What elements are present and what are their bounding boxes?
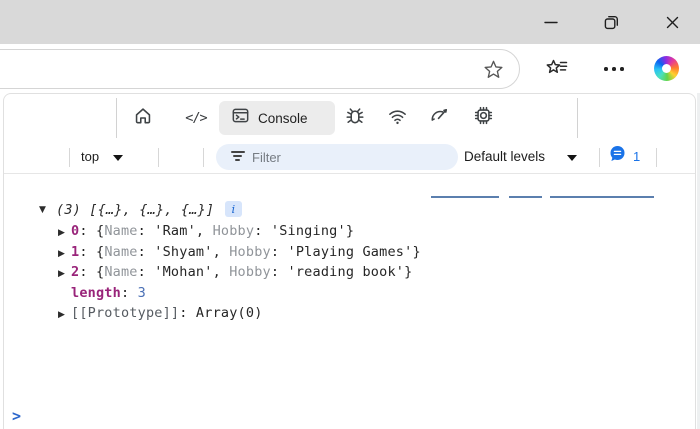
issue-chat-icon <box>609 145 626 168</box>
console-array-item[interactable]: ▶ 0: {Name: 'Ram', Hobby: 'Singing'} <box>4 221 695 242</box>
chevron-down-icon <box>567 154 577 161</box>
minimize-icon <box>544 15 558 29</box>
row-text: 2: {Name: 'Mohan', Hobby: 'reading book'… <box>71 264 413 280</box>
divider <box>577 98 578 138</box>
array-preview-text: (3) [{…}, {…}, {…}] <box>56 202 215 218</box>
address-bar[interactable] <box>0 49 520 89</box>
chevron-down-icon <box>113 155 123 161</box>
performance-tab[interactable] <box>428 107 450 129</box>
divider <box>116 98 117 138</box>
row-text: [[Prototype]]: Array(0) <box>71 305 263 321</box>
context-selector-label: top <box>81 149 100 164</box>
gauge-icon <box>429 106 450 131</box>
row-text: length: 3 <box>71 284 146 301</box>
memory-tab[interactable] <box>472 105 494 131</box>
close-button[interactable] <box>655 8 689 36</box>
filter-field[interactable] <box>216 144 458 170</box>
console-toolbar: top Default levels <box>4 141 695 174</box>
console-prototype-row[interactable]: ▶ [[Prototype]]: Array(0) <box>4 303 695 324</box>
console-array-item[interactable]: ▶ 1: {Name: 'Shyam', Hobby: 'Playing Game… <box>4 242 695 263</box>
tab-console[interactable]: Console <box>219 101 335 135</box>
expand-arrow-icon[interactable]: ▶ <box>58 249 65 259</box>
console-tab-label: Console <box>258 110 308 126</box>
devtools-panel: </> Console top Filter Default levels 1 … <box>3 93 696 429</box>
debug-tab[interactable] <box>344 107 366 129</box>
favorites-list-icon <box>545 56 569 83</box>
divider <box>656 148 657 167</box>
issues-counter[interactable]: 1 <box>609 145 640 168</box>
expand-arrow-icon[interactable]: ▶ <box>58 310 65 320</box>
browser-window: </> Console top Filter Default levels 1 … <box>0 0 700 429</box>
filter-input[interactable] <box>252 145 447 169</box>
info-badge[interactable]: i <box>225 201 242 217</box>
source-link-underline[interactable] <box>509 196 542 198</box>
copilot-icon[interactable] <box>654 56 679 81</box>
row-text: 1: {Name: 'Shyam', Hobby: 'Playing Games… <box>71 243 421 260</box>
row-text: 0: {Name: 'Ram', Hobby: 'Singing'} <box>71 223 355 239</box>
restore-icon <box>604 15 619 30</box>
console-terminal-icon <box>231 106 250 130</box>
close-icon <box>666 16 679 29</box>
console-array-summary[interactable]: ▼ (3) [{…}, {…}, {…}] i <box>4 201 695 221</box>
prompt-chevron-icon: > <box>12 407 22 425</box>
code-icon: </> <box>185 110 207 126</box>
minimize-button[interactable] <box>534 8 568 36</box>
expand-arrow-icon[interactable]: ▶ <box>58 228 65 238</box>
log-levels-label: Default levels <box>464 148 546 164</box>
network-tab[interactable] <box>386 107 408 129</box>
home-icon <box>133 106 153 131</box>
console-length-row: length: 3 <box>4 283 695 304</box>
divider <box>158 148 159 167</box>
welcome-tab[interactable] <box>132 107 154 129</box>
console-log: ▼ (3) [{…}, {…}, {…}] i ▶ 0: {Name: 'Ram'… <box>4 175 695 429</box>
console-prompt[interactable]: > <box>12 407 21 425</box>
favorites-button[interactable] <box>543 56 571 82</box>
console-array-item[interactable]: ▶ 2: {Name: 'Mohan', Hobby: 'reading book… <box>4 262 695 283</box>
source-link-underline[interactable] <box>550 196 654 198</box>
ellipsis-menu-icon <box>604 67 624 71</box>
filter-icon <box>230 151 245 163</box>
console-object-rows: ▶ 0: {Name: 'Ram', Hobby: 'Singing'} ▶ 1: {… <box>4 221 695 324</box>
source-link-underline[interactable] <box>431 196 499 198</box>
issues-count: 1 <box>633 149 641 164</box>
collapse-arrow-icon[interactable]: ▼ <box>39 205 46 215</box>
wifi-icon <box>387 106 408 131</box>
devtools-tabbar: </> Console <box>4 94 695 141</box>
divider <box>69 148 70 167</box>
browser-menu-button[interactable] <box>600 56 628 82</box>
expand-arrow-icon[interactable]: ▶ <box>58 269 65 279</box>
browser-toolbar <box>0 44 700 93</box>
bug-icon <box>345 106 365 131</box>
favorite-star-icon[interactable] <box>482 58 505 86</box>
divider <box>599 148 600 167</box>
divider <box>203 148 204 167</box>
window-titlebar <box>0 0 700 44</box>
sources-tab[interactable]: </> <box>185 107 207 129</box>
chip-icon <box>473 105 494 131</box>
restore-button[interactable] <box>594 8 628 36</box>
